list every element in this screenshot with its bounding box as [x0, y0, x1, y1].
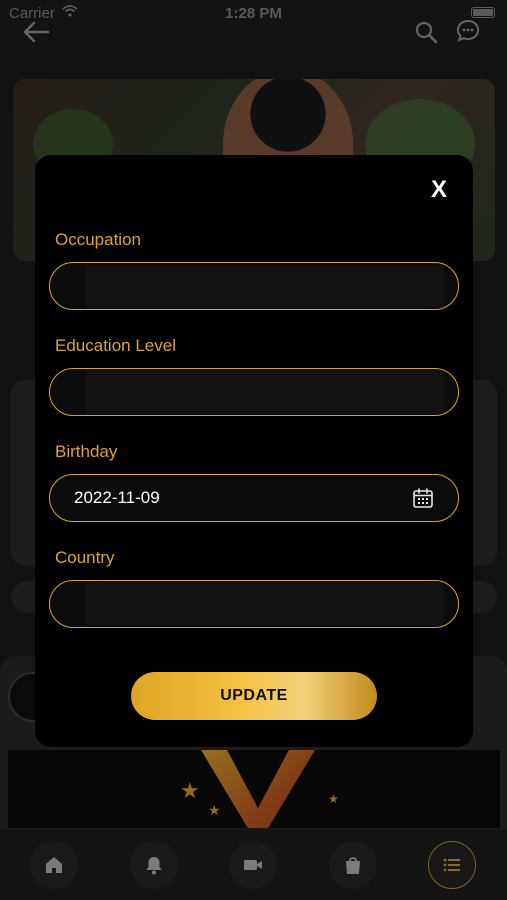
country-input[interactable] [74, 581, 394, 626]
occupation-field[interactable] [49, 262, 459, 310]
country-label: Country [55, 548, 115, 567]
edit-profile-modal: X Occupation Education Level Birthday Co… [35, 155, 473, 747]
education-level-label: Education Level [55, 336, 176, 355]
occupation-label: Occupation [55, 230, 141, 249]
birthday-label: Birthday [55, 442, 118, 461]
app-screen: Carrier 1:28 PM ★ ★ ★ X Occupation Educa… [0, 0, 507, 900]
occupation-input[interactable] [74, 263, 394, 308]
education-level-input[interactable] [74, 369, 394, 414]
education-level-field[interactable] [49, 368, 459, 416]
update-button[interactable]: UPDATE [131, 672, 377, 720]
birthday-input[interactable] [74, 475, 394, 520]
close-button[interactable]: X [424, 175, 454, 205]
birthday-field[interactable] [49, 474, 459, 522]
country-field[interactable] [49, 580, 459, 628]
calendar-icon[interactable] [412, 487, 434, 509]
